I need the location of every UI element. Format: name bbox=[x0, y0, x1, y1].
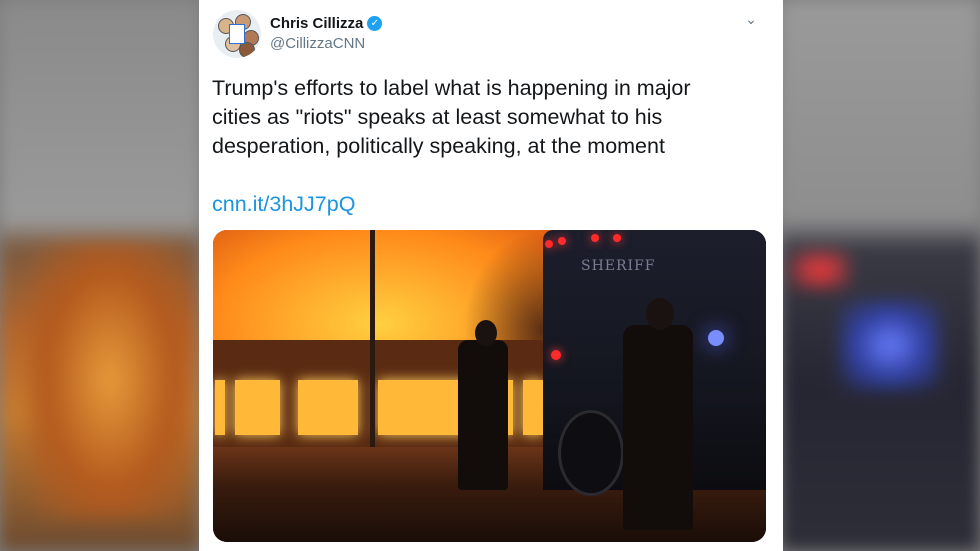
avatar[interactable] bbox=[213, 10, 261, 58]
officer-left bbox=[458, 340, 508, 490]
officer-right bbox=[623, 325, 693, 530]
blurred-truck-right bbox=[780, 0, 980, 551]
blurred-fire-left bbox=[0, 0, 200, 551]
utility-pole bbox=[370, 230, 375, 455]
verified-icon: ✓ bbox=[367, 16, 383, 31]
tweet-card: Chris Cillizza ✓ @CillizzaCNN ⌄ Trump's … bbox=[199, 0, 783, 551]
tweet-header: Chris Cillizza ✓ @CillizzaCNN ⌄ bbox=[213, 10, 769, 58]
author-handle[interactable]: @CillizzaCNN bbox=[270, 35, 365, 52]
tweet-text: Trump's efforts to label what is happeni… bbox=[212, 76, 691, 158]
author-row: Chris Cillizza ✓ bbox=[270, 15, 383, 32]
truck-label: SHERIFF bbox=[581, 258, 656, 274]
tweet-photo[interactable]: SHERIFF bbox=[213, 230, 766, 542]
author-name[interactable]: Chris Cillizza bbox=[270, 15, 363, 32]
tweet-link[interactable]: cnn.it/3hJJ7pQ bbox=[212, 192, 355, 217]
chevron-down-icon[interactable]: ⌄ bbox=[741, 12, 761, 32]
